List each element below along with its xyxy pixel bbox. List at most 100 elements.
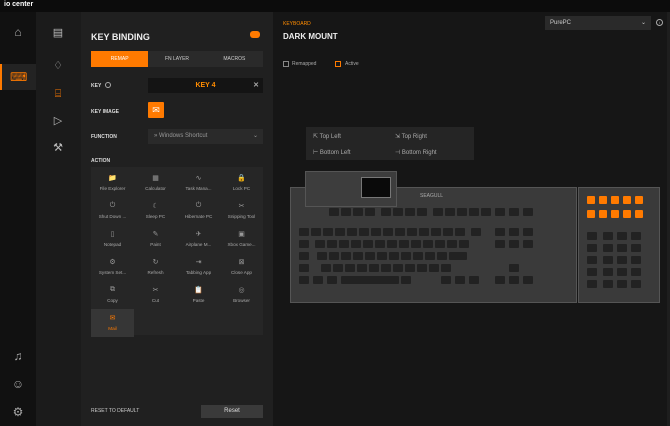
key-cap[interactable] xyxy=(447,240,457,248)
macro-icon[interactable]: ▷ xyxy=(51,114,65,128)
key-cap[interactable] xyxy=(323,228,333,236)
key-cap[interactable] xyxy=(389,252,399,260)
reset-button[interactable]: Reset xyxy=(201,405,263,418)
info-icon[interactable]: i xyxy=(656,19,663,26)
macro-key[interactable] xyxy=(623,196,631,204)
key-cap[interactable] xyxy=(417,208,427,216)
key-value[interactable]: KEY 4 ✕ xyxy=(148,78,263,93)
key-cap[interactable] xyxy=(335,228,345,236)
action-item[interactable]: 🔒 Lock PC xyxy=(220,169,263,197)
key-cap[interactable] xyxy=(359,228,369,236)
macro-key[interactable] xyxy=(611,196,619,204)
key-cap[interactable] xyxy=(437,252,447,260)
numpad-key[interactable] xyxy=(603,280,613,288)
key-cap[interactable] xyxy=(341,276,399,284)
numpad-key[interactable] xyxy=(631,244,641,252)
lighting-icon[interactable]: ♢ xyxy=(51,59,65,73)
key-cap[interactable] xyxy=(347,228,357,236)
key-cap[interactable] xyxy=(333,264,343,272)
action-item[interactable]: ▦ Calculator xyxy=(134,169,177,197)
action-item[interactable]: 📁 File Explorer xyxy=(91,169,134,197)
position-bottom-left[interactable]: ⊢ Bottom Left xyxy=(313,149,351,156)
key-cap[interactable] xyxy=(377,252,387,260)
key-cap[interactable] xyxy=(315,240,325,248)
key-binding-icon[interactable]: ⌸ xyxy=(51,87,65,101)
macro-key[interactable] xyxy=(635,210,643,218)
key-cap[interactable] xyxy=(495,276,505,284)
key-cap[interactable] xyxy=(457,208,467,216)
macro-key[interactable] xyxy=(599,196,607,204)
key-cap[interactable] xyxy=(509,228,519,236)
key-cap[interactable] xyxy=(299,276,309,284)
numpad-key[interactable] xyxy=(617,256,627,264)
numpad-key[interactable] xyxy=(603,268,613,276)
numpad-key[interactable] xyxy=(587,256,597,264)
position-bottom-right[interactable]: ⊣ Bottom Right xyxy=(395,149,437,156)
key-cap[interactable] xyxy=(495,228,505,236)
binding-toggle[interactable] xyxy=(250,31,260,38)
macro-key[interactable] xyxy=(599,210,607,218)
numpad-key[interactable] xyxy=(631,232,641,240)
numpad-key[interactable] xyxy=(587,244,597,252)
key-cap[interactable] xyxy=(435,240,445,248)
keyboard-icon[interactable]: ⌨ xyxy=(10,69,27,85)
key-cap[interactable] xyxy=(419,228,429,236)
numpad-key[interactable] xyxy=(631,280,641,288)
tab-macros[interactable]: MACROS xyxy=(206,51,263,67)
action-item[interactable]: ✉ Mail xyxy=(91,309,134,337)
key-cap[interactable] xyxy=(449,252,467,260)
key-cap[interactable] xyxy=(381,264,391,272)
key-cap[interactable] xyxy=(339,240,349,248)
position-top-left[interactable]: ⇱ Top Left xyxy=(313,133,341,140)
key-cap[interactable] xyxy=(425,252,435,260)
numpad-key[interactable] xyxy=(603,232,613,240)
numpad-key[interactable] xyxy=(617,244,627,252)
tab-remap[interactable]: REMAP xyxy=(91,51,149,67)
key-cap[interactable] xyxy=(405,264,415,272)
key-cap[interactable] xyxy=(375,240,385,248)
key-cap[interactable] xyxy=(405,208,415,216)
key-cap[interactable] xyxy=(321,264,331,272)
key-cap[interactable] xyxy=(299,252,309,260)
key-cap[interactable] xyxy=(459,240,469,248)
action-item[interactable]: ⧉ Copy xyxy=(91,281,134,309)
home-icon[interactable]: ⌂ xyxy=(10,24,26,40)
macro-key[interactable] xyxy=(587,210,595,218)
action-item[interactable]: ▯ Notepad xyxy=(91,225,134,253)
function-select[interactable]: » Windows Shortcut ⌄ xyxy=(148,129,263,144)
key-cap[interactable] xyxy=(469,208,479,216)
numpad-key[interactable] xyxy=(603,256,613,264)
key-cap[interactable] xyxy=(395,228,405,236)
key-cap[interactable] xyxy=(345,264,355,272)
mail-image-button[interactable]: ✉ xyxy=(148,102,164,118)
key-cap[interactable] xyxy=(393,264,403,272)
device-icon[interactable]: ▤ xyxy=(51,26,65,40)
key-cap[interactable] xyxy=(341,252,351,260)
action-item[interactable]: ✎ Paint xyxy=(134,225,177,253)
action-item[interactable]: ⚙ System Set... xyxy=(91,253,134,281)
key-cap[interactable] xyxy=(509,264,519,272)
key-cap[interactable] xyxy=(329,252,339,260)
numpad-key[interactable] xyxy=(631,256,641,264)
remapped-checkbox[interactable] xyxy=(283,61,289,67)
key-cap[interactable] xyxy=(431,228,441,236)
key-cap[interactable] xyxy=(413,252,423,260)
key-cap[interactable] xyxy=(327,240,337,248)
key-cap[interactable] xyxy=(299,228,309,236)
key-cap[interactable] xyxy=(429,264,439,272)
action-item[interactable]: ∿ Task Mana... xyxy=(177,169,220,197)
key-cap[interactable] xyxy=(417,264,427,272)
key-cap[interactable] xyxy=(363,240,373,248)
action-item[interactable]: ⏻ Hibernate PC xyxy=(177,197,220,225)
key-cap[interactable] xyxy=(495,240,505,248)
action-item[interactable]: ◎ Browser xyxy=(220,281,263,309)
key-cap[interactable] xyxy=(357,264,367,272)
bell-icon[interactable]: ♫ xyxy=(10,348,26,364)
key-cap[interactable] xyxy=(443,228,453,236)
key-cap[interactable] xyxy=(351,240,361,248)
key-cap[interactable] xyxy=(509,240,519,248)
key-cap[interactable] xyxy=(313,276,323,284)
settings-icon[interactable]: ⚙ xyxy=(10,404,26,420)
numpad-key[interactable] xyxy=(617,280,627,288)
action-item[interactable]: ▣ Xbox Game... xyxy=(220,225,263,253)
